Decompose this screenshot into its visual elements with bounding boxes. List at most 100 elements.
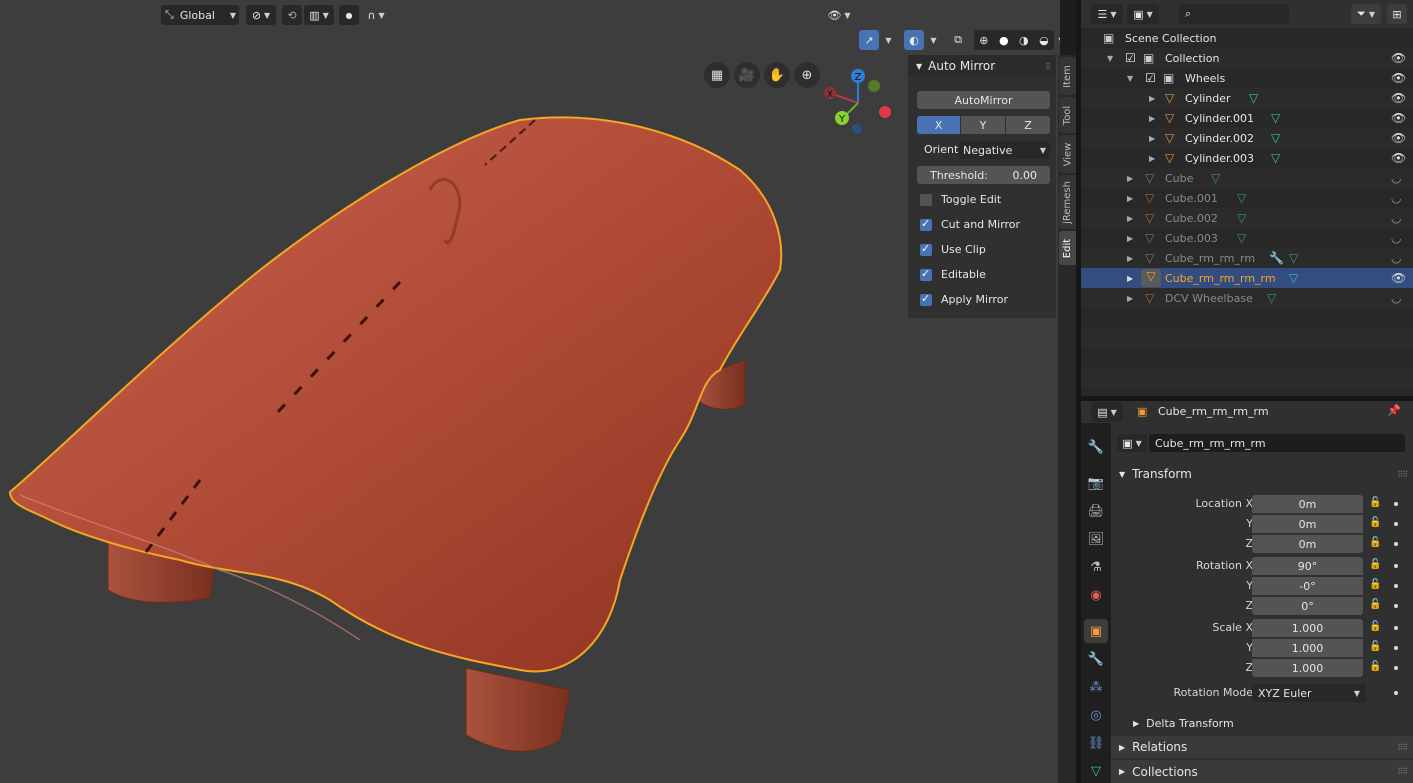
filter-dropdown[interactable]: ⏷ ▼ xyxy=(1351,4,1381,24)
expand-arrow-icon[interactable]: ▶ xyxy=(1127,214,1133,223)
wrench-icon[interactable]: 🔧 xyxy=(1269,251,1284,265)
tab-tool[interactable]: 🔧 xyxy=(1084,435,1108,459)
eye-closed-icon[interactable]: ◡ xyxy=(1391,191,1401,205)
checkbox-icon[interactable]: ☑ xyxy=(1125,51,1136,65)
auto-mirror-header[interactable]: ▼ Auto Mirror ⠿ xyxy=(908,55,1056,77)
tab-modifiers[interactable]: 🔧 xyxy=(1084,647,1108,671)
expand-arrow-icon[interactable]: ▼ xyxy=(1127,74,1133,83)
rotation-z-field[interactable]: 0° xyxy=(1252,597,1363,615)
drag-grip-icon[interactable]: ⠿ xyxy=(1045,62,1051,71)
keyframe-dot[interactable] xyxy=(1394,646,1398,650)
scale-z-field[interactable]: 1.000 xyxy=(1252,659,1363,677)
mesh-data-icon[interactable]: ▽ xyxy=(1237,191,1246,205)
scene-render[interactable] xyxy=(0,29,1060,783)
lock-icon[interactable]: 🔓 xyxy=(1369,497,1381,508)
keyframe-dot[interactable] xyxy=(1394,502,1398,506)
mesh-data-icon[interactable]: ▽ xyxy=(1211,171,1220,185)
mesh-data-icon[interactable]: ▽ xyxy=(1249,91,1258,105)
keyframe-dot[interactable] xyxy=(1394,604,1398,608)
object-browse-button[interactable]: ▣ ▼ xyxy=(1117,434,1147,452)
location-z-field[interactable]: 0m xyxy=(1252,535,1363,553)
proportional-toggle[interactable]: ● xyxy=(339,5,359,25)
scale-x-field[interactable]: 1.000 xyxy=(1252,619,1363,637)
expand-arrow-icon[interactable]: ▶ xyxy=(1127,174,1133,183)
grid-toggle-button[interactable]: ▦ xyxy=(704,62,730,88)
tab-particles[interactable]: ⁂ xyxy=(1084,675,1108,699)
cut-and-mirror-checkbox[interactable] xyxy=(920,217,932,231)
expand-arrow-icon[interactable]: ▶ xyxy=(1127,234,1133,243)
cube-002-row[interactable]: ▶ ▽ Cube.002 ▽ ◡ xyxy=(1081,208,1413,228)
display-mode-dropdown[interactable]: ▣ ▼ xyxy=(1127,4,1159,24)
eye-closed-icon[interactable]: ◡ xyxy=(1391,231,1401,245)
outliner-search-input[interactable]: ⌕ xyxy=(1179,4,1289,24)
drag-grip-icon[interactable]: ⠿⠿ xyxy=(1397,470,1408,479)
eye-closed-icon[interactable]: ◡ xyxy=(1391,171,1401,185)
mesh-data-icon[interactable]: ▽ xyxy=(1289,271,1298,285)
scale-y-field[interactable]: 1.000 xyxy=(1252,639,1363,657)
mesh-data-icon[interactable]: ▽ xyxy=(1289,251,1298,265)
zoom-view-button[interactable]: ⊕ xyxy=(794,62,820,88)
drag-grip-icon[interactable]: ⠿⠿ xyxy=(1397,743,1408,752)
expand-arrow-icon[interactable]: ▶ xyxy=(1149,134,1155,143)
cube-003-row[interactable]: ▶ ▽ Cube.003 ▽ ◡ xyxy=(1081,228,1413,248)
cube-row[interactable]: ▶ ▽ Cube ▽ ◡ xyxy=(1081,168,1413,188)
expand-arrow-icon[interactable]: ▶ xyxy=(1149,94,1155,103)
expand-arrow-icon[interactable]: ▼ xyxy=(1107,54,1113,63)
wheels-row[interactable]: ▼ ☑ ▣ Wheels 👁 xyxy=(1081,68,1413,88)
mesh-data-icon[interactable]: ▽ xyxy=(1271,151,1280,165)
expand-arrow-icon[interactable]: ▶ xyxy=(1149,114,1155,123)
lock-icon[interactable]: 🔓 xyxy=(1369,621,1381,632)
threshold-field[interactable]: Threshold: 0.00 xyxy=(917,166,1050,184)
expand-arrow-icon[interactable]: ▶ xyxy=(1127,294,1133,303)
eye-closed-icon[interactable]: ◡ xyxy=(1391,211,1401,225)
cube-001-row[interactable]: ▶ ▽ Cube.001 ▽ ◡ xyxy=(1081,188,1413,208)
eye-closed-icon[interactable]: ◡ xyxy=(1391,251,1401,265)
tab-tool[interactable]: Tool xyxy=(1059,97,1076,133)
pivot-point-button[interactable]: ⊘ ▼ xyxy=(246,5,276,25)
eye-icon[interactable]: 👁 xyxy=(1391,71,1406,85)
tab-data[interactable]: ▽ xyxy=(1084,759,1108,783)
rotation-x-field[interactable]: 90° xyxy=(1252,557,1363,575)
tab-view[interactable]: View xyxy=(1059,135,1076,173)
tab-scene[interactable]: ⚗ xyxy=(1084,555,1108,579)
tab-object[interactable]: ▣ xyxy=(1084,619,1108,643)
cylinder-row[interactable]: ▶ ▽ Cylinder ▽ 👁 xyxy=(1081,88,1413,108)
falloff-dropdown[interactable]: ∩ ▼ xyxy=(361,5,391,25)
expand-arrow-icon[interactable]: ▶ xyxy=(1127,274,1133,283)
apply-mirror-checkbox[interactable] xyxy=(920,292,932,306)
tab-constraints[interactable]: ⛓ xyxy=(1084,731,1108,755)
automirror-button[interactable]: AutoMirror xyxy=(917,91,1050,109)
mesh-data-icon[interactable]: ▽ xyxy=(1271,131,1280,145)
transform-orientation-dropdown[interactable]: ⤡ Global ▼ xyxy=(161,5,239,25)
pan-view-button[interactable]: ✋ xyxy=(764,62,790,88)
eye-icon[interactable]: 👁 xyxy=(1391,51,1406,65)
use-clip-checkbox[interactable] xyxy=(920,242,932,256)
expand-arrow-icon[interactable]: ▶ xyxy=(1127,254,1133,263)
location-y-field[interactable]: 0m xyxy=(1252,515,1363,533)
collections-header[interactable]: ▶ Collections ⠿⠿ xyxy=(1111,760,1413,783)
tab-render[interactable]: 📷 xyxy=(1084,471,1108,495)
tab-item[interactable]: Item xyxy=(1059,57,1076,95)
axis-gizmo[interactable]: Z X Y xyxy=(820,65,900,137)
tab-jremesh[interactable]: jRemesh xyxy=(1059,175,1076,229)
delta-transform-header[interactable]: ▶ Delta Transform xyxy=(1111,712,1413,734)
visibility-dropdown[interactable]: 👁 ▼ xyxy=(824,5,854,25)
orient-dropdown[interactable]: Negative ▼ xyxy=(959,141,1050,159)
mesh-data-icon[interactable]: ▽ xyxy=(1237,231,1246,245)
toggle-edit-checkbox[interactable] xyxy=(920,194,932,206)
scene-collection-row[interactable]: ▣ Scene Collection xyxy=(1081,28,1413,48)
mesh-data-icon[interactable]: ▽ xyxy=(1267,291,1276,305)
keyframe-dot[interactable] xyxy=(1394,564,1398,568)
axis-y-button[interactable]: Y xyxy=(961,116,1005,134)
tab-output[interactable]: 🖨 xyxy=(1084,499,1108,523)
eye-icon[interactable]: 👁 xyxy=(1391,131,1406,145)
transform-section-header[interactable]: ▼ Transform ⠿⠿ xyxy=(1111,463,1413,485)
keyframe-dot[interactable] xyxy=(1394,626,1398,630)
tab-physics[interactable]: ◎ xyxy=(1084,703,1108,727)
lock-icon[interactable]: 🔓 xyxy=(1369,559,1381,570)
eye-closed-icon[interactable]: ◡ xyxy=(1391,291,1401,305)
eye-icon[interactable]: 👁 xyxy=(1391,91,1406,105)
rotation-y-field[interactable]: -0° xyxy=(1252,577,1363,595)
snap-toggle[interactable]: ⟲ xyxy=(282,5,302,25)
lock-icon[interactable]: 🔓 xyxy=(1369,641,1381,652)
